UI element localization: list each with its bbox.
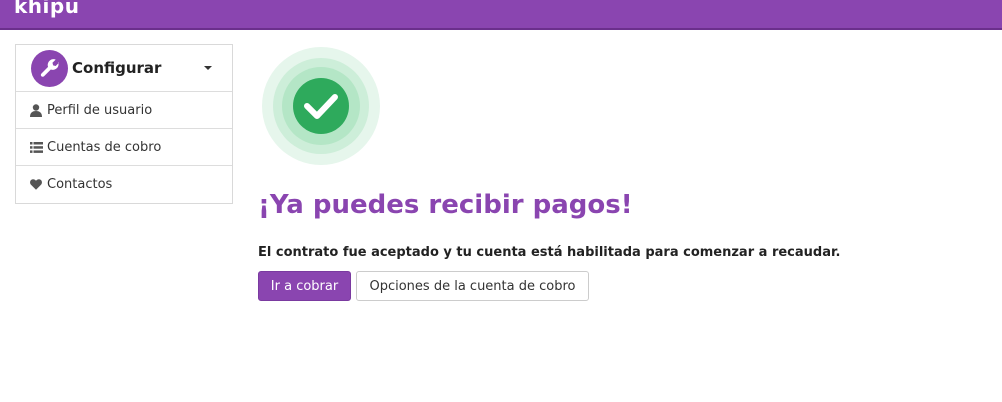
ir-a-cobrar-button[interactable]: Ir a cobrar bbox=[258, 271, 351, 301]
opciones-cuenta-button[interactable]: Opciones de la cuenta de cobro bbox=[356, 271, 589, 301]
khipu-logo[interactable]: khipu bbox=[14, 0, 79, 18]
sidebar-item-label: Contactos bbox=[47, 177, 113, 192]
top-navbar: khipu bbox=[0, 0, 1002, 30]
sidebar-title: Configurar bbox=[72, 59, 162, 77]
configurar-dropdown[interactable]: Configurar bbox=[16, 45, 232, 92]
sidebar-item-cuentas[interactable]: Cuentas de cobro bbox=[16, 129, 232, 166]
sidebar-item-label: Perfil de usuario bbox=[47, 102, 153, 118]
heart-icon bbox=[29, 178, 43, 192]
page-title: ¡Ya puedes recibir pagos! bbox=[258, 190, 633, 220]
config-sidebar: Configurar Perfil de usuario Cuentas de … bbox=[15, 44, 233, 204]
sidebar-item-label: Cuentas de cobro bbox=[47, 139, 162, 155]
wrench-icon bbox=[31, 49, 68, 87]
list-icon bbox=[29, 140, 43, 154]
user-icon bbox=[29, 103, 43, 117]
sidebar-item-perfil[interactable]: Perfil de usuario bbox=[16, 92, 232, 129]
chevron-down-icon bbox=[204, 66, 212, 70]
success-message: El contrato fue aceptado y tu cuenta est… bbox=[258, 245, 841, 260]
sidebar-item-contactos[interactable]: Contactos bbox=[16, 166, 232, 203]
check-circle-icon bbox=[262, 47, 380, 165]
